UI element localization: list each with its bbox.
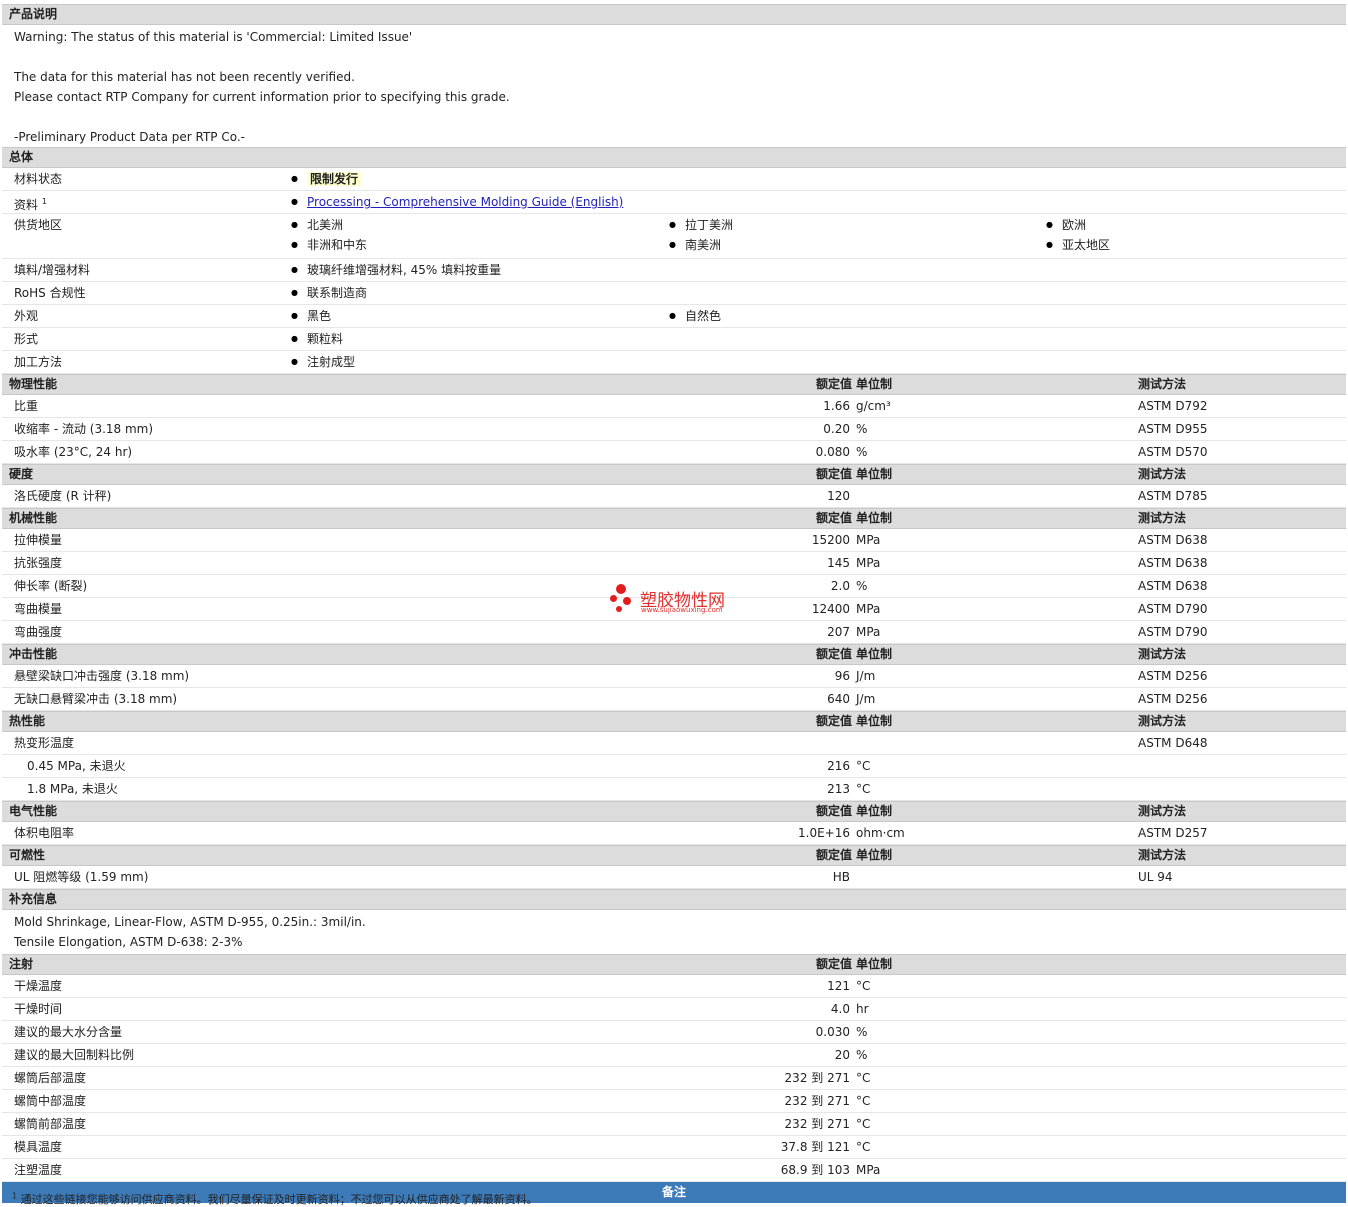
table-row: 拉伸模量 15200 MPa ASTM D638 xyxy=(2,529,1346,552)
general-rohs-row: RoHS 合规性 联系制造商 xyxy=(2,282,1346,305)
region-item: 南美洲 xyxy=(669,235,721,255)
description-line xyxy=(14,47,1334,67)
general-docs-row: 资料 1 Processing - Comprehensive Molding … xyxy=(2,191,1346,214)
table-row: 悬壁梁缺口冲击强度 (3.18 mm) 96 J/m ASTM D256 xyxy=(2,665,1346,688)
region-item: 北美洲 xyxy=(291,215,343,235)
table-row: 体积电阻率 1.0E+16 ohm·cm ASTM D257 xyxy=(2,822,1346,845)
table-row: 螺筒后部温度 232 到 271 °C xyxy=(2,1067,1346,1090)
filler-item: 玻璃纤维增强材料, 45% 填料按重量 xyxy=(291,260,501,280)
region-item: 亚太地区 xyxy=(1046,235,1110,255)
table-row: 注塑温度 68.9 到 103 MPa xyxy=(2,1159,1346,1182)
region-item: 拉丁美洲 xyxy=(669,215,733,235)
physical-rows: 比重 1.66 g/cm³ ASTM D792 收缩率 - 流动 (3.18 mm) 0… xyxy=(2,395,1346,464)
process-item: 注射成型 xyxy=(291,352,355,372)
section-general: 总体 xyxy=(2,147,1346,168)
table-row: 0.45 MPa, 未退火 216 °C xyxy=(2,755,1346,778)
table-row: 热变形温度 ASTM D648 xyxy=(2,732,1346,755)
description-line: Warning: The status of this material is … xyxy=(14,30,413,44)
section-description: 产品说明 xyxy=(2,4,1346,25)
description-line xyxy=(14,107,1334,127)
table-row: 干燥时间 4.0 hr xyxy=(2,998,1346,1021)
docs-item: Processing - Comprehensive Molding Guide… xyxy=(291,192,623,212)
supplemental-text: Mold Shrinkage, Linear-Flow, ASTM D-955,… xyxy=(2,910,1346,954)
table-row: 建议的最大水分含量 0.030% xyxy=(2,1021,1346,1044)
rohs-item: 联系制造商 xyxy=(291,283,367,303)
table-row: 1.8 MPa, 未退火 213 °C xyxy=(2,778,1346,801)
table-row: 无缺口悬臂梁冲击 (3.18 mm) 640 J/m ASTM D256 xyxy=(2,688,1346,711)
region-item: 非洲和中东 xyxy=(291,235,367,255)
general-filler-row: 填料/增强材料 玻璃纤维增强材料, 45% 填料按重量 xyxy=(2,259,1346,282)
description-line: -Preliminary Product Data per RTP Co.- xyxy=(14,130,245,144)
footnote: 1 通过这些链接您能够访问供应商资料。我们尽量保证及时更新资料；不过您可以从供应… xyxy=(12,1191,538,1206)
general-form-row: 形式 颗粒料 xyxy=(2,328,1346,351)
table-row: 螺筒中部温度 232 到 271 °C xyxy=(2,1090,1346,1113)
table-row: 模具温度 37.8 到 121 °C xyxy=(2,1136,1346,1159)
table-row: 收缩率 - 流动 (3.18 mm) 0.20% ASTM D955 xyxy=(2,418,1346,441)
form-item: 颗粒料 xyxy=(291,329,343,349)
watermark-logo: 塑胶物性网 www.sujiaowuxing.com xyxy=(610,584,750,618)
table-row: UL 阻燃等级 (1.59 mm) HB UL 94 xyxy=(2,866,1346,889)
supplemental-line: Tensile Elongation, ASTM D-638: 2-3% xyxy=(14,935,243,949)
supplemental-line: Mold Shrinkage, Linear-Flow, ASTM D-955,… xyxy=(14,915,366,929)
table-row: 抗张强度 145 MPa ASTM D638 xyxy=(2,552,1346,575)
section-hardness: 硬度 额定值 单位制 测试方法 xyxy=(2,464,1346,485)
general-process-row: 加工方法 注射成型 xyxy=(2,351,1346,374)
status-item: 限制发行 xyxy=(291,169,362,189)
appearance-item: 黑色 xyxy=(291,306,331,326)
general-regions-row: 供货地区 北美洲 拉丁美洲 欧洲 非洲和中东 南美洲 亚太地区 xyxy=(2,214,1346,259)
table-row: 洛氏硬度 (R 计秤) 120 ASTM D785 xyxy=(2,485,1346,508)
general-status-row: 材料状态 限制发行 xyxy=(2,168,1346,191)
section-supplemental: 补充信息 xyxy=(2,889,1346,910)
status-badge: 限制发行 xyxy=(307,172,362,186)
section-mechanical: 机械性能 额定值 单位制 测试方法 xyxy=(2,508,1346,529)
table-row: 弯曲强度 207 MPa ASTM D790 xyxy=(2,621,1346,644)
section-thermal: 热性能 额定值 单位制 测试方法 xyxy=(2,711,1346,732)
table-row: 建议的最大回制料比例 20% xyxy=(2,1044,1346,1067)
processing-guide-link[interactable]: Processing - Comprehensive Molding Guide… xyxy=(307,195,623,209)
region-item: 欧洲 xyxy=(1046,215,1086,235)
section-impact: 冲击性能 额定值 单位制 测试方法 xyxy=(2,644,1346,665)
appearance-item: 自然色 xyxy=(669,306,721,326)
section-electrical: 电气性能 额定值 单位制 测试方法 xyxy=(2,801,1346,822)
table-row: 比重 1.66 g/cm³ ASTM D792 xyxy=(2,395,1346,418)
section-flammability: 可燃性 额定值 单位制 测试方法 xyxy=(2,845,1346,866)
general-appearance-row: 外观 黑色 自然色 xyxy=(2,305,1346,328)
table-row: 螺筒前部温度 232 到 271 °C xyxy=(2,1113,1346,1136)
section-physical: 物理性能 额定值 单位制 测试方法 xyxy=(2,374,1346,395)
table-row: 吸水率 (23°C, 24 hr) 0.080% ASTM D570 xyxy=(2,441,1346,464)
section-injection: 注射 额定值 单位制 xyxy=(2,954,1346,975)
description-text: Warning: The status of this material is … xyxy=(2,25,1346,147)
watermark-url: www.sujiaowuxing.com xyxy=(641,606,723,614)
description-line: Please contact RTP Company for current i… xyxy=(14,90,510,104)
table-row: 干燥温度 121 °C xyxy=(2,975,1346,998)
description-line: The data for this material has not been … xyxy=(14,70,355,84)
